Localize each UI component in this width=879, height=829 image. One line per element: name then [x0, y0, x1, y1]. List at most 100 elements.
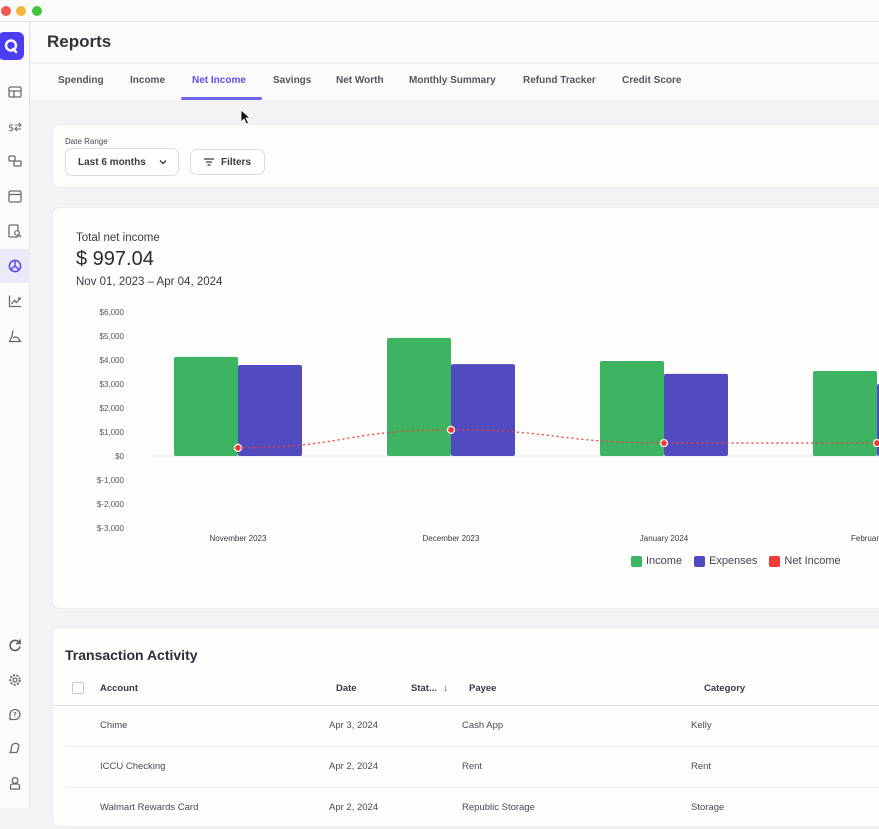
net-income-chart: $6,000$5,000$4,000$3,000$2,000$1,000$0$-…: [53, 208, 879, 610]
notifications-icon: [8, 741, 22, 755]
y-tick-label: $5,000: [100, 332, 125, 341]
bar-expenses: [451, 364, 515, 456]
x-tick-label: November 2023: [210, 534, 267, 543]
cell-payee: Cash App: [462, 720, 503, 731]
active-tab-indicator: [181, 97, 262, 100]
investments-icon: [8, 294, 22, 308]
tab-spending[interactable]: Spending: [58, 75, 104, 86]
column-header-status-label: Stat...: [411, 683, 437, 694]
column-header-status[interactable]: Stat... ↓: [411, 683, 448, 694]
lab-icon: [8, 329, 22, 343]
cell-account: Chime: [100, 720, 127, 731]
legend-label-income: Income: [646, 555, 682, 567]
filter-icon: [203, 157, 215, 167]
help-icon: ?: [8, 707, 22, 721]
y-tick-label: $1,000: [100, 428, 125, 437]
y-tick-label: $4,000: [100, 356, 125, 365]
x-tick-label: December 2023: [423, 534, 480, 543]
sort-down-icon: ↓: [444, 683, 449, 694]
transactions-icon: $: [8, 120, 22, 134]
sidebar-item-dashboard[interactable]: [0, 75, 30, 109]
sidebar-notifications-button[interactable]: [0, 731, 30, 765]
cell-date: Apr 2, 2024: [329, 761, 378, 772]
tab-monthly-summary[interactable]: Monthly Summary: [409, 75, 496, 86]
profile-icon: [8, 776, 22, 790]
filters-button-label: Filters: [221, 157, 251, 168]
column-header-date[interactable]: Date: [336, 683, 357, 694]
tab-refund-tracker[interactable]: Refund Tracker: [523, 75, 596, 86]
sidebar: $ ?: [0, 22, 30, 808]
page-header: Reports: [31, 22, 879, 64]
tab-credit-score[interactable]: Credit Score: [622, 75, 681, 86]
table-row[interactable]: ICCU Checking Apr 2, 2024 Rent Rent: [65, 747, 879, 788]
tab-net-income[interactable]: Net Income: [192, 75, 246, 86]
tab-income[interactable]: Income: [130, 75, 165, 86]
sidebar-item-investments[interactable]: [0, 284, 30, 318]
sidebar-item-reports[interactable]: [0, 249, 30, 283]
bar-income: [174, 357, 238, 456]
net-income-point: [448, 426, 455, 433]
sidebar-item-lab[interactable]: [0, 319, 30, 353]
legend-item-income[interactable]: Income: [631, 555, 682, 567]
y-tick-label: $-2,000: [97, 500, 125, 509]
sidebar-refresh-button[interactable]: [0, 628, 30, 662]
sidebar-settings-button[interactable]: [0, 663, 30, 697]
reports-icon: [8, 259, 22, 273]
transaction-activity-title: Transaction Activity: [65, 647, 198, 663]
chevron-down-icon: [158, 157, 168, 167]
calendar-icon: [8, 189, 22, 203]
window-close-button[interactable]: [1, 6, 11, 16]
legend-item-net-income[interactable]: Net Income: [769, 555, 840, 567]
tab-net-worth[interactable]: Net Worth: [336, 75, 384, 86]
sidebar-item-calendar[interactable]: [0, 179, 30, 213]
cell-category: Kelly: [691, 720, 712, 731]
x-tick-label: February 2024: [851, 534, 879, 543]
legend-swatch-net-income: [769, 556, 780, 567]
search-report-icon: [8, 224, 22, 238]
select-all-checkbox[interactable]: [72, 682, 84, 694]
bar-income: [387, 338, 451, 456]
legend-swatch-expenses: [694, 556, 705, 567]
tab-savings[interactable]: Savings: [273, 75, 311, 86]
sidebar-profile-button[interactable]: [0, 766, 30, 800]
date-range-select[interactable]: Last 6 months: [65, 148, 179, 176]
svg-text:$: $: [8, 123, 14, 134]
net-income-point: [235, 444, 242, 451]
cell-account: ICCU Checking: [100, 761, 165, 772]
dashboard-icon: [8, 85, 22, 99]
table-row[interactable]: Chime Apr 3, 2024 Cash App Kelly: [65, 706, 879, 747]
column-header-account[interactable]: Account: [100, 683, 138, 694]
window-titlebar: [0, 0, 879, 22]
mouse-cursor-icon: [240, 109, 252, 125]
date-range-value: Last 6 months: [78, 157, 146, 168]
sidebar-item-accounts[interactable]: [0, 144, 30, 178]
sidebar-item-search-report[interactable]: [0, 214, 30, 248]
bar-expenses: [238, 365, 302, 456]
refresh-icon: [8, 638, 22, 652]
transactions-table-header: Account Date Stat... ↓ Payee Category: [53, 676, 879, 706]
window-zoom-button[interactable]: [32, 6, 42, 16]
legend-swatch-income: [631, 556, 642, 567]
legend-item-expenses[interactable]: Expenses: [694, 555, 757, 567]
legend-label-net-income: Net Income: [784, 555, 840, 567]
bar-income: [600, 361, 664, 456]
net-income-chart-card: Total net income $ 997.04 Nov 01, 2023 –…: [52, 207, 879, 609]
app-logo[interactable]: [0, 32, 24, 60]
filters-button[interactable]: Filters: [190, 149, 265, 175]
transaction-activity-card: Transaction Activity Account Date Stat..…: [52, 627, 879, 827]
table-row[interactable]: Walmart Rewards Card Apr 2, 2024 Republi…: [65, 788, 879, 829]
accounts-icon: [8, 154, 22, 168]
cell-date: Apr 3, 2024: [329, 720, 378, 731]
window-minimize-button[interactable]: [16, 6, 26, 16]
sidebar-item-transactions[interactable]: $: [0, 110, 30, 144]
cell-category: Rent: [691, 761, 711, 772]
sidebar-help-button[interactable]: ?: [0, 697, 30, 731]
svg-text:?: ?: [13, 711, 17, 719]
y-tick-label: $-1,000: [97, 476, 125, 485]
page-title: Reports: [47, 32, 111, 52]
legend-label-expenses: Expenses: [709, 555, 757, 567]
y-tick-label: $3,000: [100, 380, 125, 389]
column-header-payee[interactable]: Payee: [469, 683, 496, 694]
net-income-line: [238, 430, 879, 448]
column-header-category[interactable]: Category: [704, 683, 745, 694]
